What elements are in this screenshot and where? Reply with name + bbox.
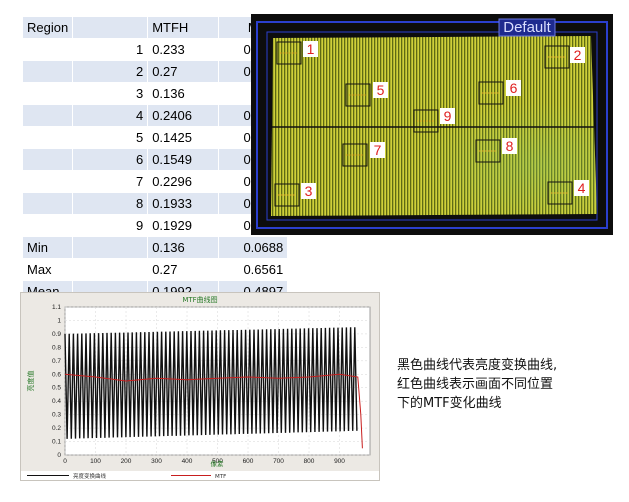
table-summary-row: Max 0.27 0.6561 (21, 258, 289, 281)
default-label: Default (503, 19, 551, 36)
header-mtfh: MTFH (147, 16, 220, 39)
table-row: 60.15490.6561 (21, 148, 289, 171)
cell-mtfh: 0.27 (147, 258, 220, 281)
roi-label: 6 (510, 80, 518, 96)
roi-label: 9 (444, 108, 452, 124)
cell-region: 9 (72, 214, 149, 237)
x-tick-label: 100 (90, 458, 101, 465)
mtf-chart: MTF曲线图 0 0.1 0.2 0.3 0.4 0.5 0.6 0.7 0.8 0.9 1 1.1 … (20, 292, 380, 481)
cell-mtfv: 0.0688 (218, 236, 289, 259)
y-axis-label: 亮度值 (26, 371, 35, 392)
roi-label: 7 (374, 142, 382, 158)
cell-mtfh: 0.1933 (147, 192, 220, 215)
cell-blank (21, 82, 74, 105)
roi-label: 5 (377, 82, 385, 98)
cell-blank (21, 170, 74, 193)
cell-mtfh: 0.2406 (147, 104, 220, 127)
y-tick-label: 0.3 (52, 412, 61, 419)
x-tick-label: 0 (63, 458, 67, 465)
cell-mtfh: 0.1425 (147, 126, 220, 149)
explanation-note: 黑色曲线代表亮度变换曲线, 红色曲线表示画面不同位置 下的MTF变化曲线 (397, 356, 607, 413)
cell-region: 4 (72, 104, 149, 127)
y-tick-label: 0.9 (52, 331, 61, 338)
note-line: 红色曲线表示画面不同位置 (397, 377, 554, 392)
cell-mtfh: 0.136 (147, 82, 220, 105)
cell-summary-label: Max (21, 258, 74, 281)
table-row: 90.19290.5315 (21, 214, 289, 237)
mtf-table: RegionMTFHMTFV10.2330.622520.270.532730.… (21, 16, 289, 303)
y-tick-label: 0.4 (52, 398, 61, 405)
cell-blank (72, 236, 149, 259)
roi-label: 2 (574, 47, 582, 63)
cell-region: 8 (72, 192, 149, 215)
cell-mtfh: 0.1929 (147, 214, 220, 237)
x-tick-label: 200 (121, 458, 132, 465)
y-tick-label: 0.1 (52, 439, 61, 446)
y-tick-label: 1 (57, 317, 61, 324)
cell-mtfh: 0.2296 (147, 170, 220, 193)
x-tick-label: 700 (273, 458, 284, 465)
cell-blank (21, 126, 74, 149)
cell-mtfv: 0.6561 (218, 258, 289, 281)
cell-mtfh: 0.233 (147, 38, 220, 61)
legend-label-brightness: 亮度变换曲线 (73, 472, 107, 480)
table-row: 70.22960.5875 (21, 170, 289, 193)
cell-blank (21, 148, 74, 171)
x-tick-label: 800 (304, 458, 315, 465)
cell-mtfh: 0.27 (147, 60, 220, 83)
table-row: 40.24060.0688 (21, 104, 289, 127)
roi-label: 1 (307, 41, 315, 57)
x-tick-label: 900 (334, 458, 345, 465)
note-line: 下的MTF变化曲线 (397, 396, 502, 411)
cell-blank (21, 214, 74, 237)
y-tick-label: 0.5 (52, 385, 61, 392)
y-tick-label: 0 (57, 452, 61, 459)
table-row: 30.1360.591 (21, 82, 289, 105)
table-summary-row: Min 0.136 0.0688 (21, 236, 289, 259)
note-line: 黑色曲线代表亮度变换曲线, (397, 358, 558, 373)
x-tick-label: 400 (182, 458, 193, 465)
cell-region: 5 (72, 126, 149, 149)
table-row: 80.19330.6306 (21, 192, 289, 215)
camera-preview: Default 1 2 3 4 5 6 7 8 9 (251, 14, 613, 235)
table-header-row: RegionMTFHMTFV (21, 16, 289, 39)
chart-legend: 亮度变换曲线 MTF (21, 471, 379, 480)
y-tick-label: 0.2 (52, 425, 61, 432)
roi-label: 8 (506, 138, 514, 154)
table-row: 20.270.5327 (21, 60, 289, 83)
cell-blank (21, 192, 74, 215)
cell-region: 6 (72, 148, 149, 171)
roi-label: 4 (578, 180, 586, 196)
x-tick-label: 600 (243, 458, 254, 465)
legend-label-mtf: MTF (215, 474, 226, 480)
cell-blank (21, 38, 74, 61)
default-badge: Default (498, 18, 556, 37)
cell-mtfh: 0.136 (147, 236, 220, 259)
header-region: Region (21, 16, 74, 39)
cell-blank (21, 104, 74, 127)
x-axis-label: 像素 (211, 459, 225, 468)
cell-region: 7 (72, 170, 149, 193)
y-tick-label: 0.7 (52, 358, 61, 365)
cell-summary-label: Min (21, 236, 74, 259)
table-row: 10.2330.6225 (21, 38, 289, 61)
cell-region: 3 (72, 82, 149, 105)
roi-label: 3 (305, 183, 313, 199)
y-tick-label: 1.1 (52, 304, 61, 311)
cell-blank (21, 60, 74, 83)
cell-blank (72, 258, 149, 281)
cell-region: 1 (72, 38, 149, 61)
x-tick-label: 300 (151, 458, 162, 465)
header-blank (72, 16, 149, 39)
table-row: 50.14250.1866 (21, 126, 289, 149)
cell-mtfh: 0.1549 (147, 148, 220, 171)
y-tick-label: 0.6 (52, 371, 61, 378)
y-tick-label: 0.8 (52, 344, 61, 351)
chart-title: MTF曲线图 (182, 295, 217, 304)
cell-region: 2 (72, 60, 149, 83)
